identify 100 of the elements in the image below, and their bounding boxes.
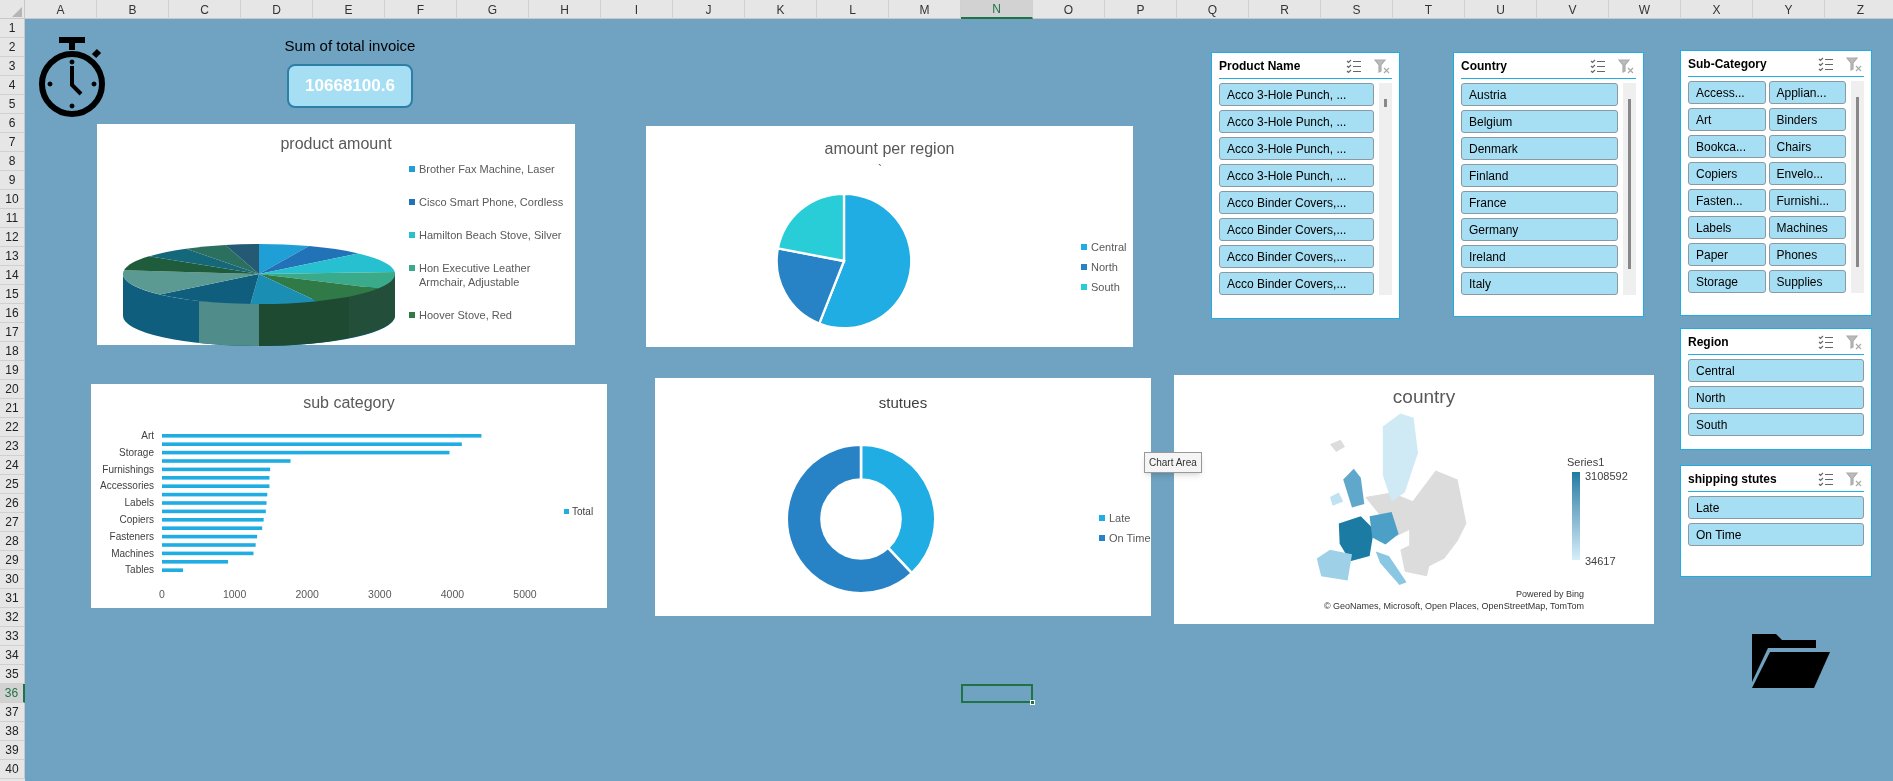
row-header[interactable]: 32 (0, 608, 25, 627)
multi-select-icon[interactable] (1818, 472, 1834, 486)
slicer-item[interactable]: Belgium (1461, 110, 1618, 133)
slicer-item[interactable]: Acco Binder Covers,... (1219, 245, 1374, 268)
slicer-item[interactable]: Late (1688, 496, 1864, 519)
multi-select-icon[interactable] (1818, 335, 1834, 349)
slicer-item[interactable]: Supplies (1768, 270, 1846, 293)
slicer-item[interactable]: Storage (1688, 270, 1766, 293)
row-header[interactable]: 15 (0, 285, 25, 304)
column-header[interactable]: L (817, 0, 889, 19)
row-header[interactable]: 11 (0, 209, 25, 228)
row-header[interactable]: 7 (0, 133, 25, 152)
row-header[interactable]: 1 (0, 19, 25, 38)
scrollbar[interactable] (1851, 81, 1864, 293)
slicer-item[interactable]: Germany (1461, 218, 1618, 241)
slicer-item[interactable]: Acco 3-Hole Punch, ... (1219, 164, 1374, 187)
column-header[interactable]: V (1537, 0, 1609, 19)
slicer-item[interactable]: Finland (1461, 164, 1618, 187)
slicer-item[interactable]: Machines (1768, 216, 1846, 239)
clear-filter-icon[interactable] (1846, 471, 1862, 487)
slicer-item[interactable]: Bookca... (1688, 135, 1766, 158)
row-header[interactable]: 26 (0, 494, 25, 513)
multi-select-icon[interactable] (1590, 59, 1606, 73)
row-header[interactable]: 10 (0, 190, 25, 209)
select-all-icon[interactable] (12, 7, 22, 17)
slicer-item[interactable]: Copiers (1688, 162, 1766, 185)
clear-filter-icon[interactable] (1374, 58, 1390, 74)
slicer-item[interactable]: North (1688, 386, 1864, 409)
column-header[interactable]: N (961, 0, 1033, 19)
column-header[interactable]: Z (1825, 0, 1893, 19)
row-header[interactable]: 13 (0, 247, 25, 266)
row-header[interactable]: 29 (0, 551, 25, 570)
column-header[interactable]: R (1249, 0, 1321, 19)
column-header[interactable]: J (673, 0, 745, 19)
clear-filter-icon[interactable] (1618, 58, 1634, 74)
multi-select-icon[interactable] (1346, 59, 1362, 73)
row-header[interactable]: 17 (0, 323, 25, 342)
row-header[interactable]: 40 (0, 760, 25, 779)
column-header[interactable]: X (1681, 0, 1753, 19)
slicer-item[interactable]: Acco 3-Hole Punch, ... (1219, 83, 1374, 106)
column-header[interactable]: B (97, 0, 169, 19)
row-header[interactable]: 33 (0, 627, 25, 646)
row-header[interactable]: 22 (0, 418, 25, 437)
row-header[interactable]: 8 (0, 152, 25, 171)
column-header[interactable]: Y (1753, 0, 1825, 19)
row-header[interactable]: 19 (0, 361, 25, 380)
clear-filter-icon[interactable] (1846, 56, 1862, 72)
slicer-item[interactable]: On Time (1688, 523, 1864, 546)
slicer-item[interactable]: Acco 3-Hole Punch, ... (1219, 137, 1374, 160)
row-header[interactable]: 9 (0, 171, 25, 190)
column-header[interactable]: P (1105, 0, 1177, 19)
row-header[interactable]: 24 (0, 456, 25, 475)
column-header[interactable]: A (25, 0, 97, 19)
row-header[interactable]: 28 (0, 532, 25, 551)
slicer-item[interactable]: Access... (1688, 81, 1766, 104)
row-header[interactable]: 18 (0, 342, 25, 361)
row-header[interactable]: 34 (0, 646, 25, 665)
slicer-item[interactable]: Acco 3-Hole Punch, ... (1219, 110, 1374, 133)
clear-filter-icon[interactable] (1846, 334, 1862, 350)
row-header[interactable]: 5 (0, 95, 25, 114)
scrollbar-thumb[interactable] (1628, 99, 1631, 269)
column-header[interactable]: C (169, 0, 241, 19)
scrollbar[interactable] (1623, 83, 1636, 295)
row-header[interactable]: 16 (0, 304, 25, 323)
slicer-item[interactable]: Fasten... (1688, 189, 1766, 212)
column-header[interactable]: E (313, 0, 385, 19)
column-header[interactable]: O (1033, 0, 1105, 19)
scrollbar[interactable] (1379, 83, 1392, 295)
row-header[interactable]: 20 (0, 380, 25, 399)
slicer-item[interactable]: Ireland (1461, 245, 1618, 268)
scrollbar-thumb[interactable] (1856, 97, 1859, 267)
slicer-item[interactable]: Envelo... (1768, 162, 1846, 185)
column-header[interactable]: K (745, 0, 817, 19)
slicer-item[interactable]: Central (1688, 359, 1864, 382)
row-header[interactable]: 37 (0, 703, 25, 722)
slicer-item[interactable]: Phones (1768, 243, 1846, 266)
row-header[interactable]: 3 (0, 57, 25, 76)
slicer-item[interactable]: Labels (1688, 216, 1766, 239)
row-header[interactable]: 30 (0, 570, 25, 589)
row-header[interactable]: 25 (0, 475, 25, 494)
row-header[interactable]: 2 (0, 38, 25, 57)
row-header[interactable]: 39 (0, 741, 25, 760)
row-header[interactable]: 23 (0, 437, 25, 456)
slicer-item[interactable]: France (1461, 191, 1618, 214)
row-header[interactable]: 38 (0, 722, 25, 741)
column-header[interactable]: Q (1177, 0, 1249, 19)
selected-cell[interactable] (961, 684, 1033, 703)
scrollbar-thumb[interactable] (1384, 99, 1387, 107)
column-header[interactable]: H (529, 0, 601, 19)
slicer-item[interactable]: Italy (1461, 272, 1618, 295)
column-header[interactable]: F (385, 0, 457, 19)
slicer-item[interactable]: Austria (1461, 83, 1618, 106)
column-header[interactable]: U (1465, 0, 1537, 19)
column-header[interactable]: I (601, 0, 673, 19)
slicer-item[interactable]: Furnishi... (1768, 189, 1846, 212)
slicer-item[interactable]: Paper (1688, 243, 1766, 266)
column-header[interactable]: T (1393, 0, 1465, 19)
row-header[interactable]: 4 (0, 76, 25, 95)
column-header[interactable]: G (457, 0, 529, 19)
slicer-item[interactable]: South (1688, 413, 1864, 436)
